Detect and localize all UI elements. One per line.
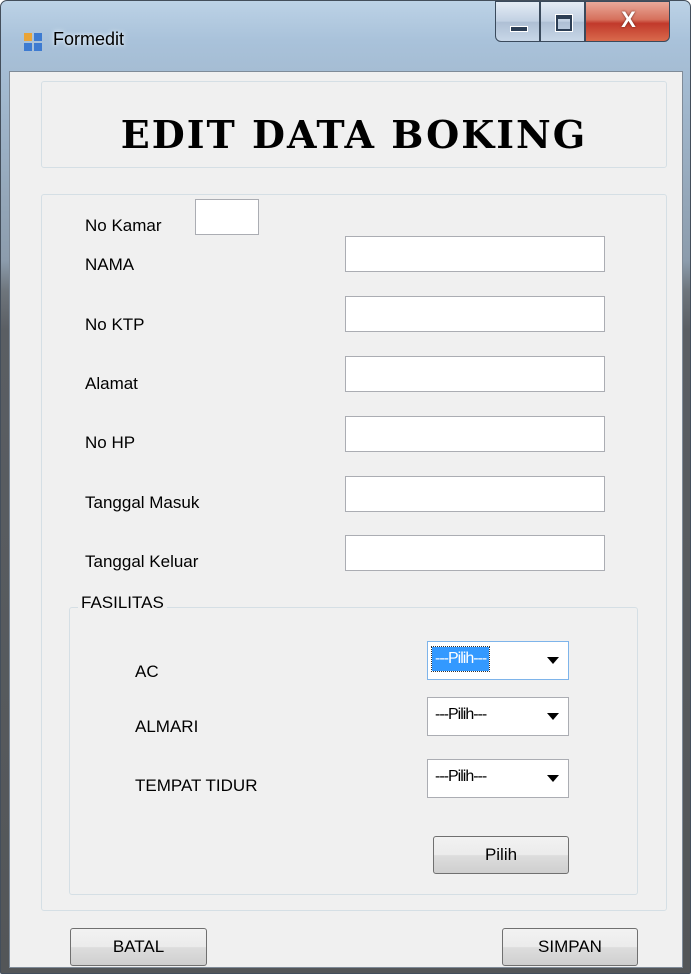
no-ktp-label: No KTP xyxy=(85,315,145,334)
form-window: Formedit X EDIT DATA BOKING No Kamar NAM… xyxy=(0,0,691,974)
close-icon: X xyxy=(621,7,636,32)
nama-label: NAMA xyxy=(85,255,135,274)
app-form-icon[interactable] xyxy=(24,33,44,53)
no-ktp-field[interactable] xyxy=(345,296,605,332)
fasilitas-group-title: FASILITAS xyxy=(78,593,167,613)
tempat-tidur-select[interactable]: ---Pilih--- xyxy=(427,759,569,798)
no-hp-field[interactable] xyxy=(345,416,605,452)
tanggal-masuk-field[interactable] xyxy=(345,476,605,512)
almari-select[interactable]: ---Pilih--- xyxy=(427,697,569,736)
chevron-down-icon[interactable] xyxy=(547,775,559,782)
tempat-tidur-label: TEMPAT TIDUR xyxy=(135,776,258,795)
tanggal-keluar-label: Tanggal Keluar xyxy=(85,552,199,571)
alamat-field[interactable] xyxy=(345,356,605,392)
batal-button[interactable]: BATAL xyxy=(70,928,207,966)
minimize-button[interactable] xyxy=(495,1,540,42)
no-kamar-label: No Kamar xyxy=(85,216,162,235)
maximize-button[interactable] xyxy=(540,1,585,42)
no-kamar-field[interactable] xyxy=(195,199,259,235)
maximize-icon xyxy=(556,15,572,31)
tempat-tidur-select-value: ---Pilih--- xyxy=(435,768,487,785)
almari-select-value: ---Pilih--- xyxy=(435,706,487,723)
pilih-button[interactable]: Pilih xyxy=(433,836,569,874)
no-hp-label: No HP xyxy=(85,433,136,452)
ac-label: AC xyxy=(135,662,159,681)
chevron-down-icon[interactable] xyxy=(547,657,559,664)
alamat-label: Alamat xyxy=(85,374,138,393)
header-panel: EDIT DATA BOKING xyxy=(41,81,667,168)
minimize-icon xyxy=(510,26,528,32)
nama-field[interactable] xyxy=(345,236,605,272)
title-bar[interactable]: Formedit X xyxy=(1,1,690,73)
tanggal-masuk-label: Tanggal Masuk xyxy=(85,493,200,512)
tanggal-keluar-field[interactable] xyxy=(345,535,605,571)
close-button[interactable]: X xyxy=(585,1,670,42)
form-client-area: EDIT DATA BOKING No Kamar NAMA No KTP Al… xyxy=(9,71,683,968)
ac-select[interactable]: ---Pilih--- xyxy=(427,641,569,680)
ac-select-value: ---Pilih--- xyxy=(430,646,491,672)
chevron-down-icon[interactable] xyxy=(547,713,559,720)
window-title: Formedit xyxy=(53,29,125,49)
page-title: EDIT DATA BOKING xyxy=(120,112,588,157)
simpan-button[interactable]: SIMPAN xyxy=(502,928,638,966)
almari-label: ALMARI xyxy=(135,717,199,736)
